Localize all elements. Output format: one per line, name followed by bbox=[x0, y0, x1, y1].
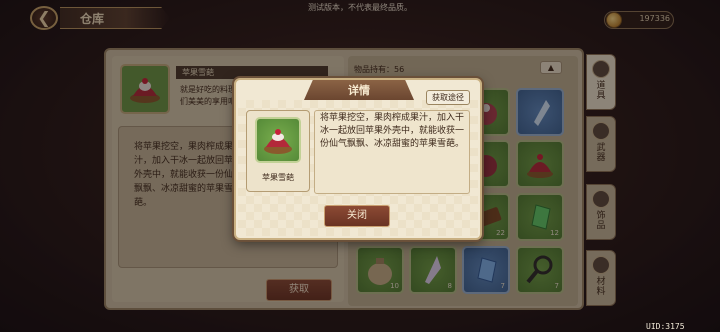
dialog-item-description: 将苹果挖空，果肉榨成果汁，加入干冰一起放回苹果外壳中，就能收获一份仙气飘飘、冰凉… bbox=[320, 113, 465, 149]
apple-sorbet-icon bbox=[264, 129, 292, 154]
dialog-title: 详情 bbox=[348, 84, 370, 97]
item-icon-frame bbox=[255, 117, 301, 163]
close-button[interactable]: 关闭 bbox=[324, 205, 390, 227]
uid-label: UID:3175 bbox=[646, 322, 685, 331]
dialog-item-name: 苹果雪葩 bbox=[262, 173, 294, 182]
acquire-source-button[interactable]: 获取途径 bbox=[426, 90, 470, 105]
